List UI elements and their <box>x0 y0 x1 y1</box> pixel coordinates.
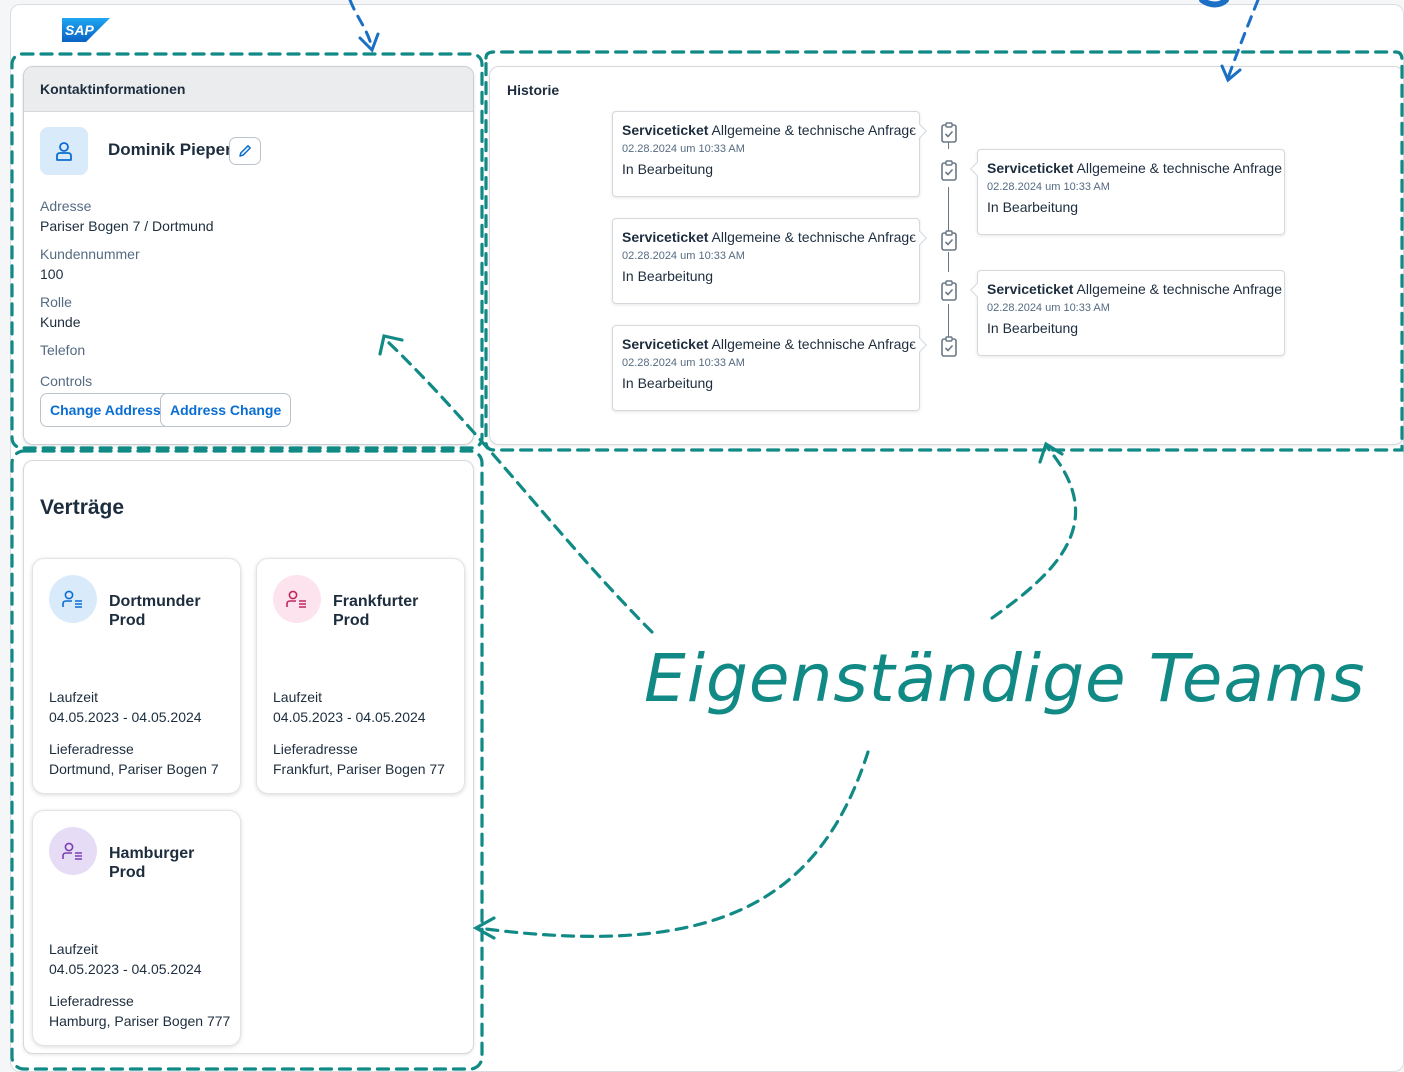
term-label: Laufzeit <box>49 689 99 705</box>
history-title: Historie <box>507 82 560 98</box>
term-value: 04.05.2023 - 04.05.2024 <box>49 961 202 977</box>
entry-date: 02.28.2024 um 10:33 AM <box>622 357 745 369</box>
customer-number-value: 100 <box>40 266 64 282</box>
contact-card: Kontaktinformationen Dominik Pieper Adre… <box>23 66 474 445</box>
entry-type: Serviceticket <box>987 281 1074 297</box>
history-entry[interactable]: Serviceticket Allgemeine & technische An… <box>977 270 1285 356</box>
contract-name: Dortmunder Prod <box>109 593 201 629</box>
entry-status: In Bearbeitung <box>987 199 1079 215</box>
clipboard-check-icon <box>941 230 957 251</box>
contract-avatar <box>49 575 97 623</box>
term-label: Laufzeit <box>273 689 323 705</box>
term-value: 04.05.2023 - 04.05.2024 <box>273 709 426 725</box>
clipboard-check-icon <box>941 160 957 181</box>
phone-label: Telefon <box>40 342 86 358</box>
change-address-button[interactable]: Change Address <box>40 393 171 427</box>
entry-date: 02.28.2024 um 10:33 AM <box>987 302 1110 314</box>
entry-subject: Allgemeine & technische Anfrage <box>711 229 917 245</box>
address-change-button[interactable]: Address Change <box>160 393 292 427</box>
contracts-title: Verträge <box>40 496 125 519</box>
entry-subject: Allgemeine & technische Anfrage <box>711 336 917 352</box>
delivery-address-label: Lieferadresse <box>273 741 358 757</box>
entry-status: In Bearbeitung <box>987 320 1079 336</box>
entry-type: Serviceticket <box>622 229 709 245</box>
role-value: Kunde <box>40 314 81 330</box>
person-list-icon <box>286 590 306 608</box>
delivery-address-value: Hamburg, Pariser Bogen 777 <box>49 1013 231 1029</box>
entry-date: 02.28.2024 um 10:33 AM <box>622 250 745 262</box>
entry-type: Serviceticket <box>622 336 709 352</box>
timeline-connector <box>948 187 949 233</box>
annotation-label: Eigenständige Teams <box>644 640 1366 717</box>
contract-card-hamburg[interactable]: Hamburger Prod Laufzeit 04.05.2023 - 04.… <box>32 810 241 1046</box>
history-entry[interactable]: Serviceticket Allgemeine & technische An… <box>612 111 920 197</box>
history-card: Historie Serviceticket Allgemeine & tech… <box>489 66 1404 445</box>
delivery-address-value: Dortmund, Pariser Bogen 7 <box>49 761 219 777</box>
term-label: Laufzeit <box>49 941 99 957</box>
customer-number-label: Kundennummer <box>40 246 140 262</box>
term-value: 04.05.2023 - 04.05.2024 <box>49 709 202 725</box>
delivery-address-value: Frankfurt, Pariser Bogen 77 <box>273 761 445 777</box>
entry-status: In Bearbeitung <box>622 375 714 391</box>
contract-card-frankfurt[interactable]: Frankfurter Prod Laufzeit 04.05.2023 - 0… <box>256 558 465 794</box>
entry-status: In Bearbeitung <box>622 161 714 177</box>
contracts-card: Verträge Dortmunder Prod Laufzeit 04.05.… <box>23 460 474 1054</box>
entry-type: Serviceticket <box>622 122 709 138</box>
history-entry[interactable]: Serviceticket Allgemeine & technische An… <box>612 218 920 304</box>
delivery-address-label: Lieferadresse <box>49 993 134 1009</box>
entry-type: Serviceticket <box>987 160 1074 176</box>
entry-status: In Bearbeitung <box>622 268 714 284</box>
contract-card-dortmund[interactable]: Dortmunder Prod Laufzeit 04.05.2023 - 04… <box>32 558 241 794</box>
person-list-icon <box>62 590 82 608</box>
controls-label: Controls <box>40 373 93 389</box>
person-list-icon <box>62 842 82 860</box>
entry-subject: Allgemeine & technische Anfrage <box>1076 281 1282 297</box>
address-value: Pariser Bogen 7 / Dortmund <box>40 218 214 234</box>
contact-card-header: Kontaktinformationen <box>24 67 473 112</box>
delivery-address-label: Lieferadresse <box>49 741 134 757</box>
history-entry[interactable]: Serviceticket Allgemeine & technische An… <box>612 325 920 411</box>
role-label: Rolle <box>40 294 72 310</box>
clipboard-check-icon <box>941 336 957 357</box>
clipboard-check-icon <box>941 122 957 143</box>
contract-name: Hamburger Prod <box>109 845 195 881</box>
contract-avatar <box>49 827 97 875</box>
edit-contact-button[interactable] <box>229 137 261 165</box>
pencil-icon <box>239 145 251 157</box>
contract-name: Frankfurter Prod <box>333 593 419 629</box>
entry-subject: Allgemeine & technische Anfrage <box>1076 160 1282 176</box>
timeline-connector <box>948 304 949 340</box>
person-icon <box>56 142 72 161</box>
timeline-connector <box>948 252 949 272</box>
entry-subject: Allgemeine & technische Anfrage <box>711 122 917 138</box>
entry-date: 02.28.2024 um 10:33 AM <box>987 181 1110 193</box>
entry-date: 02.28.2024 um 10:33 AM <box>622 143 745 155</box>
avatar <box>40 127 88 175</box>
contract-avatar <box>273 575 321 623</box>
address-label: Adresse <box>40 198 92 214</box>
sap-logo: SAP <box>62 18 110 42</box>
clipboard-check-icon <box>941 280 957 301</box>
svg-text:SAP: SAP <box>65 22 94 38</box>
history-entry[interactable]: Serviceticket Allgemeine & technische An… <box>977 149 1285 235</box>
contact-name: Dominik Pieper <box>108 140 232 159</box>
